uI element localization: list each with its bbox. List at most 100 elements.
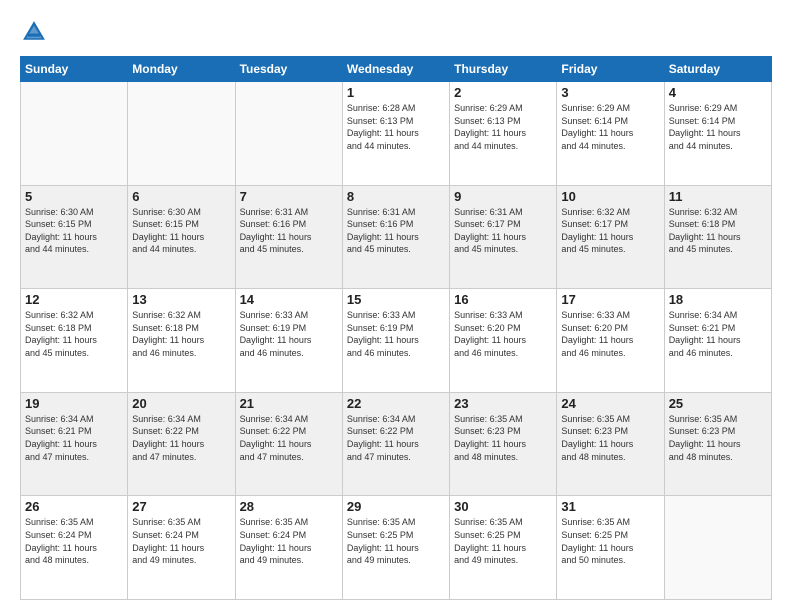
day-info: Sunrise: 6:33 AM Sunset: 6:20 PM Dayligh… — [454, 309, 552, 359]
calendar-cell: 2 Sunrise: 6:29 AM Sunset: 6:13 PM Daylig… — [450, 82, 557, 186]
day-number: 14 — [240, 292, 338, 307]
day-number: 24 — [561, 396, 659, 411]
day-info: Sunrise: 6:28 AM Sunset: 6:13 PM Dayligh… — [347, 102, 445, 152]
calendar-cell: 3 Sunrise: 6:29 AM Sunset: 6:14 PM Daylig… — [557, 82, 664, 186]
day-number: 10 — [561, 189, 659, 204]
day-number: 30 — [454, 499, 552, 514]
weekday-header-tuesday: Tuesday — [235, 57, 342, 82]
calendar-cell: 14 Sunrise: 6:33 AM Sunset: 6:19 PM Dayli… — [235, 289, 342, 393]
day-number: 9 — [454, 189, 552, 204]
day-info: Sunrise: 6:35 AM Sunset: 6:24 PM Dayligh… — [132, 516, 230, 566]
calendar-cell: 28 Sunrise: 6:35 AM Sunset: 6:24 PM Dayli… — [235, 496, 342, 600]
calendar-cell: 11 Sunrise: 6:32 AM Sunset: 6:18 PM Dayli… — [664, 185, 771, 289]
day-number: 16 — [454, 292, 552, 307]
day-info: Sunrise: 6:35 AM Sunset: 6:25 PM Dayligh… — [454, 516, 552, 566]
day-number: 28 — [240, 499, 338, 514]
page: SundayMondayTuesdayWednesdayThursdayFrid… — [0, 0, 792, 612]
weekday-header-sunday: Sunday — [21, 57, 128, 82]
day-info: Sunrise: 6:33 AM Sunset: 6:19 PM Dayligh… — [240, 309, 338, 359]
day-info: Sunrise: 6:29 AM Sunset: 6:14 PM Dayligh… — [561, 102, 659, 152]
calendar-cell: 19Sunrise: 6:34 AM Sunset: 6:21 PM Dayli… — [21, 392, 128, 496]
day-number: 22 — [347, 396, 445, 411]
day-info: Sunrise: 6:35 AM Sunset: 6:24 PM Dayligh… — [25, 516, 123, 566]
day-info: Sunrise: 6:33 AM Sunset: 6:20 PM Dayligh… — [561, 309, 659, 359]
day-info: Sunrise: 6:34 AM Sunset: 6:22 PM Dayligh… — [132, 413, 230, 463]
calendar: SundayMondayTuesdayWednesdayThursdayFrid… — [20, 56, 772, 600]
day-info: Sunrise: 6:29 AM Sunset: 6:14 PM Dayligh… — [669, 102, 767, 152]
weekday-header-saturday: Saturday — [664, 57, 771, 82]
day-info: Sunrise: 6:31 AM Sunset: 6:16 PM Dayligh… — [240, 206, 338, 256]
calendar-cell: 23Sunrise: 6:35 AM Sunset: 6:23 PM Dayli… — [450, 392, 557, 496]
weekday-header-thursday: Thursday — [450, 57, 557, 82]
day-number: 29 — [347, 499, 445, 514]
calendar-cell: 21Sunrise: 6:34 AM Sunset: 6:22 PM Dayli… — [235, 392, 342, 496]
day-info: Sunrise: 6:34 AM Sunset: 6:21 PM Dayligh… — [25, 413, 123, 463]
calendar-week-5: 26Sunrise: 6:35 AM Sunset: 6:24 PM Dayli… — [21, 496, 772, 600]
day-info: Sunrise: 6:30 AM Sunset: 6:15 PM Dayligh… — [132, 206, 230, 256]
day-number: 21 — [240, 396, 338, 411]
calendar-cell: 5 Sunrise: 6:30 AM Sunset: 6:15 PM Daylig… — [21, 185, 128, 289]
day-number: 15 — [347, 292, 445, 307]
day-info: Sunrise: 6:34 AM Sunset: 6:21 PM Dayligh… — [669, 309, 767, 359]
calendar-cell: 10 Sunrise: 6:32 AM Sunset: 6:17 PM Dayli… — [557, 185, 664, 289]
calendar-cell: 7 Sunrise: 6:31 AM Sunset: 6:16 PM Daylig… — [235, 185, 342, 289]
calendar-cell: 17 Sunrise: 6:33 AM Sunset: 6:20 PM Dayli… — [557, 289, 664, 393]
day-number: 6 — [132, 189, 230, 204]
calendar-cell: 29 Sunrise: 6:35 AM Sunset: 6:25 PM Dayli… — [342, 496, 449, 600]
calendar-cell: 16 Sunrise: 6:33 AM Sunset: 6:20 PM Dayli… — [450, 289, 557, 393]
calendar-cell: 26Sunrise: 6:35 AM Sunset: 6:24 PM Dayli… — [21, 496, 128, 600]
calendar-cell: 12Sunrise: 6:32 AM Sunset: 6:18 PM Dayli… — [21, 289, 128, 393]
calendar-cell: 4 Sunrise: 6:29 AM Sunset: 6:14 PM Daylig… — [664, 82, 771, 186]
day-info: Sunrise: 6:31 AM Sunset: 6:16 PM Dayligh… — [347, 206, 445, 256]
calendar-cell — [128, 82, 235, 186]
calendar-cell: 22 Sunrise: 6:34 AM Sunset: 6:22 PM Dayli… — [342, 392, 449, 496]
weekday-header-wednesday: Wednesday — [342, 57, 449, 82]
day-info: Sunrise: 6:33 AM Sunset: 6:19 PM Dayligh… — [347, 309, 445, 359]
day-info: Sunrise: 6:35 AM Sunset: 6:23 PM Dayligh… — [669, 413, 767, 463]
day-info: Sunrise: 6:32 AM Sunset: 6:18 PM Dayligh… — [25, 309, 123, 359]
day-info: Sunrise: 6:32 AM Sunset: 6:17 PM Dayligh… — [561, 206, 659, 256]
day-number: 18 — [669, 292, 767, 307]
logo — [20, 18, 52, 46]
day-number: 5 — [25, 189, 123, 204]
calendar-cell: 13Sunrise: 6:32 AM Sunset: 6:18 PM Dayli… — [128, 289, 235, 393]
day-info: Sunrise: 6:35 AM Sunset: 6:25 PM Dayligh… — [561, 516, 659, 566]
calendar-week-2: 5 Sunrise: 6:30 AM Sunset: 6:15 PM Daylig… — [21, 185, 772, 289]
day-number: 2 — [454, 85, 552, 100]
weekday-header-row: SundayMondayTuesdayWednesdayThursdayFrid… — [21, 57, 772, 82]
day-info: Sunrise: 6:31 AM Sunset: 6:17 PM Dayligh… — [454, 206, 552, 256]
calendar-cell: 30 Sunrise: 6:35 AM Sunset: 6:25 PM Dayli… — [450, 496, 557, 600]
day-number: 20 — [132, 396, 230, 411]
day-number: 27 — [132, 499, 230, 514]
day-number: 4 — [669, 85, 767, 100]
calendar-week-4: 19Sunrise: 6:34 AM Sunset: 6:21 PM Dayli… — [21, 392, 772, 496]
calendar-cell — [235, 82, 342, 186]
calendar-cell — [664, 496, 771, 600]
calendar-cell: 25Sunrise: 6:35 AM Sunset: 6:23 PM Dayli… — [664, 392, 771, 496]
day-number: 17 — [561, 292, 659, 307]
header — [20, 18, 772, 46]
day-info: Sunrise: 6:35 AM Sunset: 6:25 PM Dayligh… — [347, 516, 445, 566]
weekday-header-monday: Monday — [128, 57, 235, 82]
day-number: 7 — [240, 189, 338, 204]
day-number: 8 — [347, 189, 445, 204]
calendar-week-1: 1Sunrise: 6:28 AM Sunset: 6:13 PM Daylig… — [21, 82, 772, 186]
day-info: Sunrise: 6:34 AM Sunset: 6:22 PM Dayligh… — [347, 413, 445, 463]
day-number: 3 — [561, 85, 659, 100]
calendar-cell: 18 Sunrise: 6:34 AM Sunset: 6:21 PM Dayli… — [664, 289, 771, 393]
calendar-cell: 9 Sunrise: 6:31 AM Sunset: 6:17 PM Daylig… — [450, 185, 557, 289]
calendar-cell: 24 Sunrise: 6:35 AM Sunset: 6:23 PM Dayli… — [557, 392, 664, 496]
day-info: Sunrise: 6:29 AM Sunset: 6:13 PM Dayligh… — [454, 102, 552, 152]
calendar-cell: 15 Sunrise: 6:33 AM Sunset: 6:19 PM Dayli… — [342, 289, 449, 393]
day-number: 11 — [669, 189, 767, 204]
calendar-cell — [21, 82, 128, 186]
day-info: Sunrise: 6:35 AM Sunset: 6:24 PM Dayligh… — [240, 516, 338, 566]
day-number: 31 — [561, 499, 659, 514]
weekday-header-friday: Friday — [557, 57, 664, 82]
logo-icon — [20, 18, 48, 46]
day-info: Sunrise: 6:32 AM Sunset: 6:18 PM Dayligh… — [669, 206, 767, 256]
day-info: Sunrise: 6:35 AM Sunset: 6:23 PM Dayligh… — [561, 413, 659, 463]
calendar-week-3: 12Sunrise: 6:32 AM Sunset: 6:18 PM Dayli… — [21, 289, 772, 393]
calendar-cell: 20 Sunrise: 6:34 AM Sunset: 6:22 PM Dayli… — [128, 392, 235, 496]
day-info: Sunrise: 6:30 AM Sunset: 6:15 PM Dayligh… — [25, 206, 123, 256]
